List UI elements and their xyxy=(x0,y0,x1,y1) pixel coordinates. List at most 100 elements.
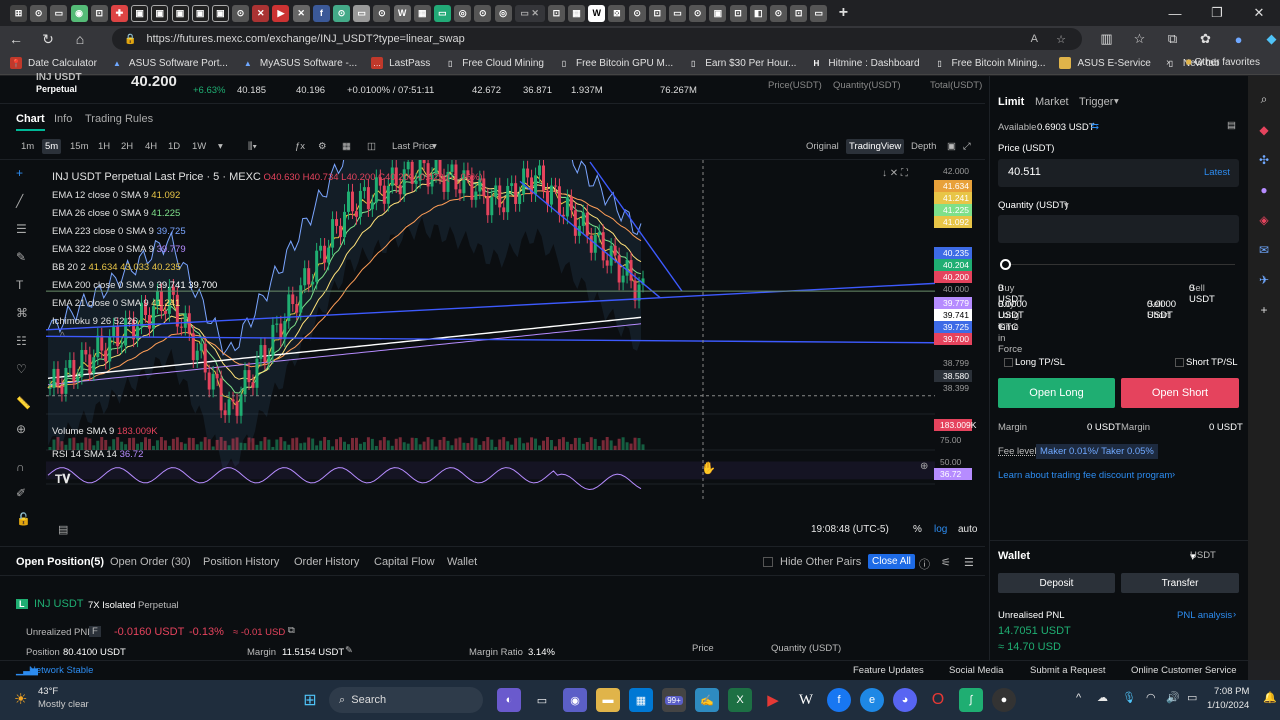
quantity-slider[interactable] xyxy=(1002,264,1235,265)
chevron-down-icon[interactable]: ▾ xyxy=(432,141,437,152)
tab-icon[interactable]: ⊠ xyxy=(608,4,626,22)
mic-icon[interactable]: 🎙 xyxy=(1122,691,1136,704)
tab-icon[interactable]: ▣ xyxy=(151,4,169,22)
app-icon[interactable]: ∫ xyxy=(959,688,983,712)
tab-trading-rules[interactable]: Trading Rules xyxy=(85,113,153,125)
tab-icon[interactable]: ◧ xyxy=(749,4,767,22)
explorer-icon[interactable]: ▬ xyxy=(596,688,620,712)
tab-position-history[interactable]: Position History xyxy=(203,556,279,568)
tab-icon[interactable]: ▭ xyxy=(433,4,451,22)
view-original[interactable]: Original xyxy=(806,141,839,152)
tab-icon[interactable]: ⊙ xyxy=(333,4,350,22)
active-tab-mexc[interactable]: ▭ ✕ xyxy=(514,4,545,22)
wallet-currency[interactable]: USDT ▾ xyxy=(1190,550,1216,563)
reload-icon[interactable]: ↻ xyxy=(32,31,64,48)
timeframe-1h[interactable]: 1H xyxy=(98,141,110,152)
youtube-icon[interactable]: ▶ xyxy=(761,688,785,712)
tray-chevron-icon[interactable]: ^ xyxy=(1076,692,1081,704)
excel-icon[interactable]: X xyxy=(728,688,752,712)
bookmark-item[interactable]: ▯ Free Cloud Mining xyxy=(444,57,544,69)
tools-icon[interactable]: ✣ xyxy=(1248,153,1280,167)
last-price-dropdown[interactable]: Last Price xyxy=(392,141,434,152)
view-tradingview[interactable]: TradingView xyxy=(846,139,905,154)
split-screen-icon[interactable]: ▥ xyxy=(1090,31,1123,47)
tab-icon[interactable]: ▣ xyxy=(709,4,727,22)
view-depth[interactable]: Depth xyxy=(911,141,936,152)
bookmark-item[interactable]: ▲ MyASUS Software -... xyxy=(242,57,357,69)
long-tpsl-label[interactable]: Long TP/SL xyxy=(1015,357,1065,368)
quantity-label[interactable]: Quantity (USDT) xyxy=(998,200,1068,211)
tab-icon[interactable]: ◎ xyxy=(454,4,472,22)
shopping-icon[interactable]: ◆ xyxy=(1248,123,1280,137)
search-icon[interactable]: ⌕ xyxy=(1248,92,1280,107)
facebook-icon[interactable]: f xyxy=(827,688,851,712)
tab-wallet[interactable]: Wallet xyxy=(447,556,477,568)
extensions-icon[interactable]: ✿ xyxy=(1189,31,1222,47)
copilot-app-icon[interactable]: ◐ xyxy=(497,688,521,712)
indicator-icon[interactable]: ƒx xyxy=(295,141,305,152)
timeframe-2h[interactable]: 2H xyxy=(121,141,133,152)
submit-request-link[interactable]: Submit a Request xyxy=(1030,665,1106,676)
bookmark-item[interactable]: … LastPass xyxy=(371,57,430,69)
battery-icon[interactable]: ▭ xyxy=(1187,691,1197,704)
legend-row[interactable]: EMA 12 close 0 SMA 9 41.092 xyxy=(52,187,483,205)
tab-icon[interactable]: ▦ xyxy=(413,4,431,22)
order-type-trigger[interactable]: Trigger xyxy=(1079,96,1113,108)
percent-toggle[interactable]: % xyxy=(913,524,922,535)
home-icon[interactable]: ⌂ xyxy=(64,31,96,47)
add-icon[interactable]: + xyxy=(1248,303,1280,317)
calculator-icon[interactable]: ▤ xyxy=(1227,120,1236,131)
collections-icon[interactable]: ⧉ xyxy=(1156,31,1189,47)
profile-avatar-icon[interactable]: ● xyxy=(1222,32,1255,47)
tab-icon[interactable]: ⊞ xyxy=(10,4,27,22)
down-arrow-icon[interactable]: ↓ ✕ ⛶ xyxy=(882,168,908,179)
github-icon[interactable]: ● xyxy=(992,688,1016,712)
edit-icon[interactable]: ✎ xyxy=(345,645,353,656)
tab-icon[interactable]: ▭ xyxy=(50,4,68,22)
close-window-icon[interactable]: ✕ xyxy=(1238,0,1280,26)
tab-icon[interactable]: ▣ xyxy=(191,4,209,22)
tab-icon[interactable]: ⊙ xyxy=(373,4,391,22)
new-tab-plus-icon[interactable]: + xyxy=(835,4,852,22)
tab-icon[interactable]: ⊙ xyxy=(232,4,250,22)
fee-level-label[interactable]: Fee level xyxy=(998,446,1037,457)
filter-icon[interactable]: ⚟ xyxy=(941,556,951,569)
start-icon[interactable]: ⊞ xyxy=(298,688,322,712)
deposit-button[interactable]: Deposit xyxy=(998,573,1115,593)
tab-icon[interactable]: ⊙ xyxy=(30,4,48,22)
teams-icon[interactable]: ◉ xyxy=(563,688,587,712)
taskbar-date[interactable]: 1/10/2024 xyxy=(1207,700,1249,711)
fee-discount-link[interactable]: Learn about trading fee discount program xyxy=(998,470,1172,481)
tab-icon[interactable]: ◉ xyxy=(70,4,88,22)
hide-other-pairs-checkbox[interactable] xyxy=(763,557,773,567)
tab-icon[interactable]: ▭ xyxy=(810,4,828,22)
tab-icon[interactable]: ✚ xyxy=(110,4,128,22)
app-badge-icon[interactable]: 99+ xyxy=(662,688,686,712)
tab-icon[interactable]: W xyxy=(588,4,606,22)
auto-toggle[interactable]: auto xyxy=(958,524,977,535)
tif-label[interactable]: Time in Force GTC ▾ xyxy=(998,322,1022,355)
legend-row[interactable]: Ichimoku 9 26 52 26 xyxy=(52,313,483,331)
minimize-icon[interactable]: — xyxy=(1154,0,1196,26)
tab-icon[interactable]: ⊡ xyxy=(790,4,808,22)
fullscreen-icon[interactable]: ⤢ xyxy=(963,141,971,152)
tab-icon[interactable]: ⊡ xyxy=(648,4,666,22)
tab-icon[interactable]: ✕ xyxy=(292,4,310,22)
log-toggle[interactable]: log xyxy=(934,524,947,535)
tab-icon[interactable]: ◎ xyxy=(494,4,512,22)
layout-toggle-icon[interactable]: ▣ xyxy=(947,141,956,152)
games-icon[interactable]: ● xyxy=(1248,183,1280,197)
wifi-icon[interactable]: ◠ xyxy=(1146,691,1156,704)
legend-row[interactable]: EMA 26 close 0 SMA 9 41.225 xyxy=(52,205,483,223)
pnl-analysis-link[interactable]: PNL analysis xyxy=(1177,610,1232,621)
taskbar-time[interactable]: 7:08 PM xyxy=(1214,686,1249,697)
tab-icon[interactable]: ▶ xyxy=(272,4,290,22)
discord-icon[interactable]: ◕ xyxy=(893,688,917,712)
other-favorites[interactable]: › ■ Other favorites xyxy=(1166,57,1260,68)
legend-row[interactable]: BB 20 2 41.634 43.033 40.235 xyxy=(52,259,483,277)
legend-row[interactable]: EMA 223 close 0 SMA 9 39.725 xyxy=(52,223,483,241)
tab-icon[interactable]: ▣ xyxy=(211,4,229,22)
office-icon[interactable]: ◈ xyxy=(1248,213,1280,227)
tab-open-position[interactable]: Open Position(5) xyxy=(16,556,104,568)
chevron-up-icon[interactable]: ^ xyxy=(60,331,65,342)
